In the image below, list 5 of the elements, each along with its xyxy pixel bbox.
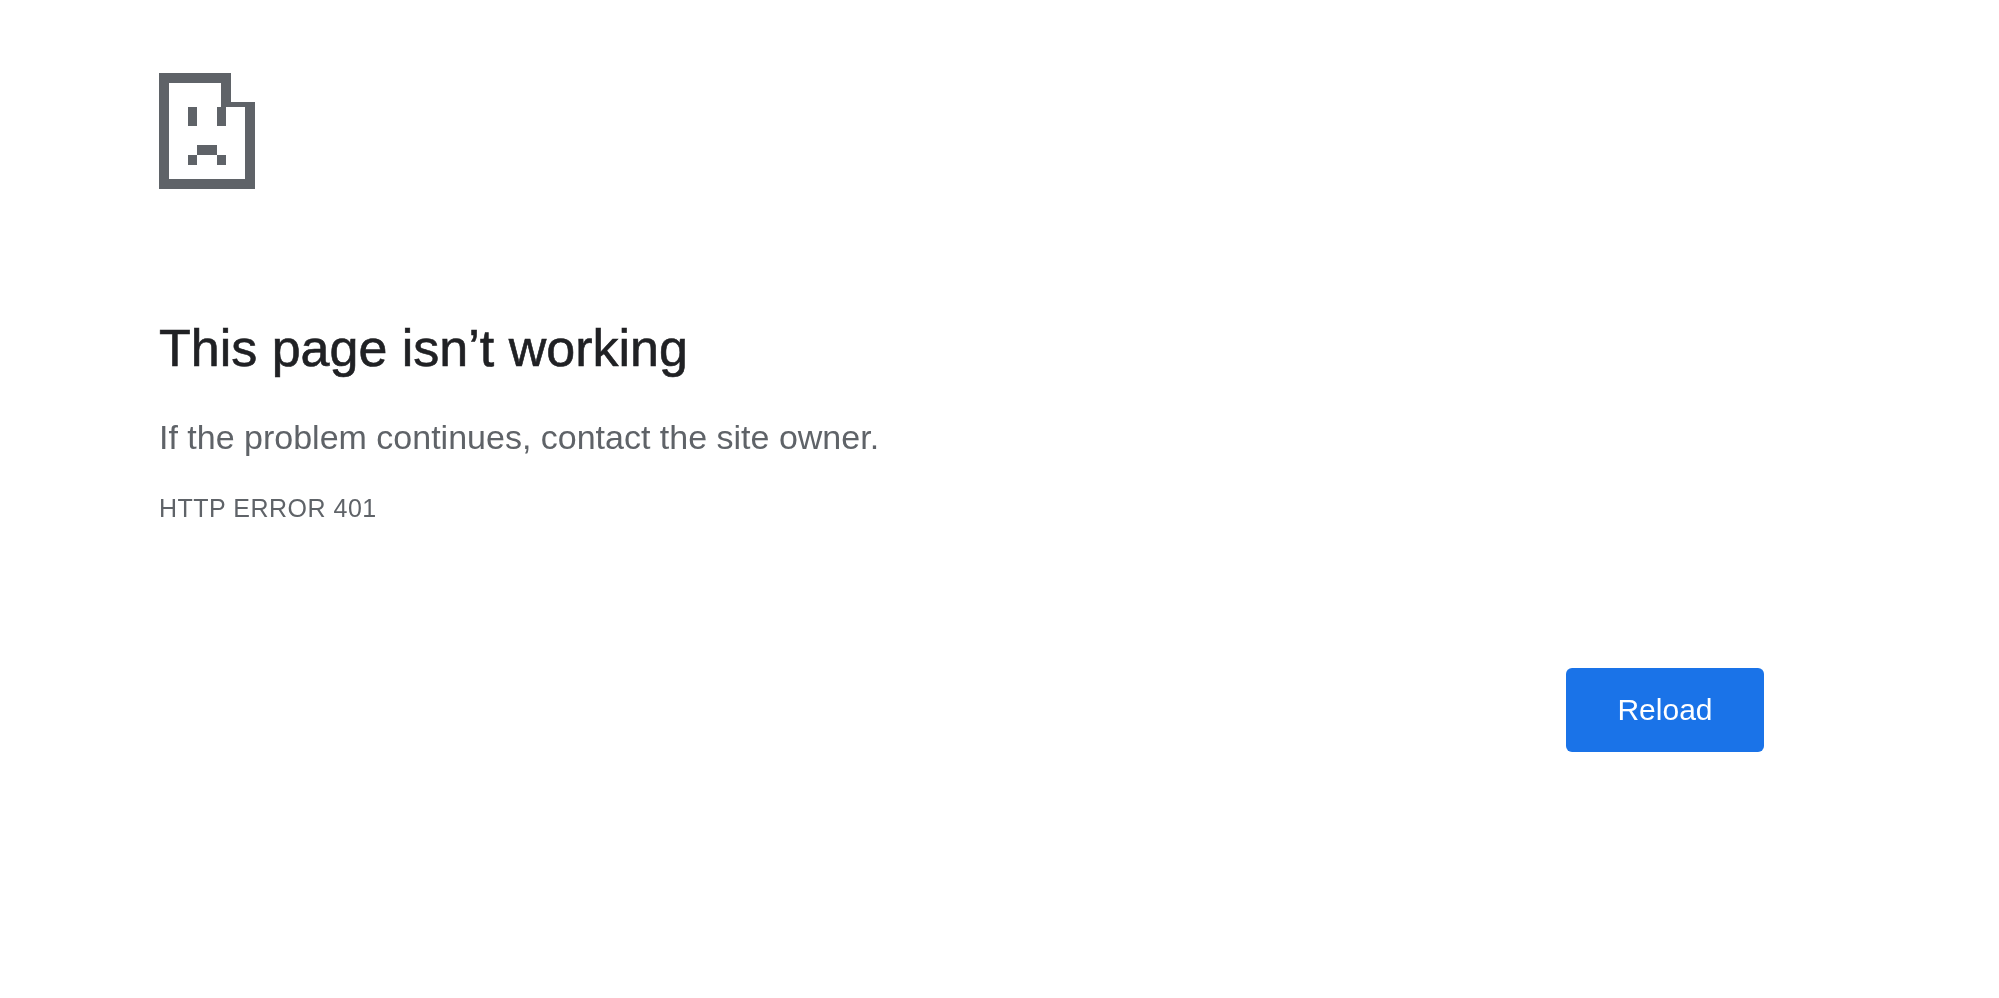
error-message: If the problem continues, contact the site owner. <box>159 417 880 459</box>
sad-page-icon <box>159 73 255 189</box>
error-code: HTTP ERROR 401 <box>159 494 377 524</box>
error-heading: This page isn’t working <box>159 318 688 379</box>
reload-button[interactable]: Reload <box>1566 668 1764 753</box>
